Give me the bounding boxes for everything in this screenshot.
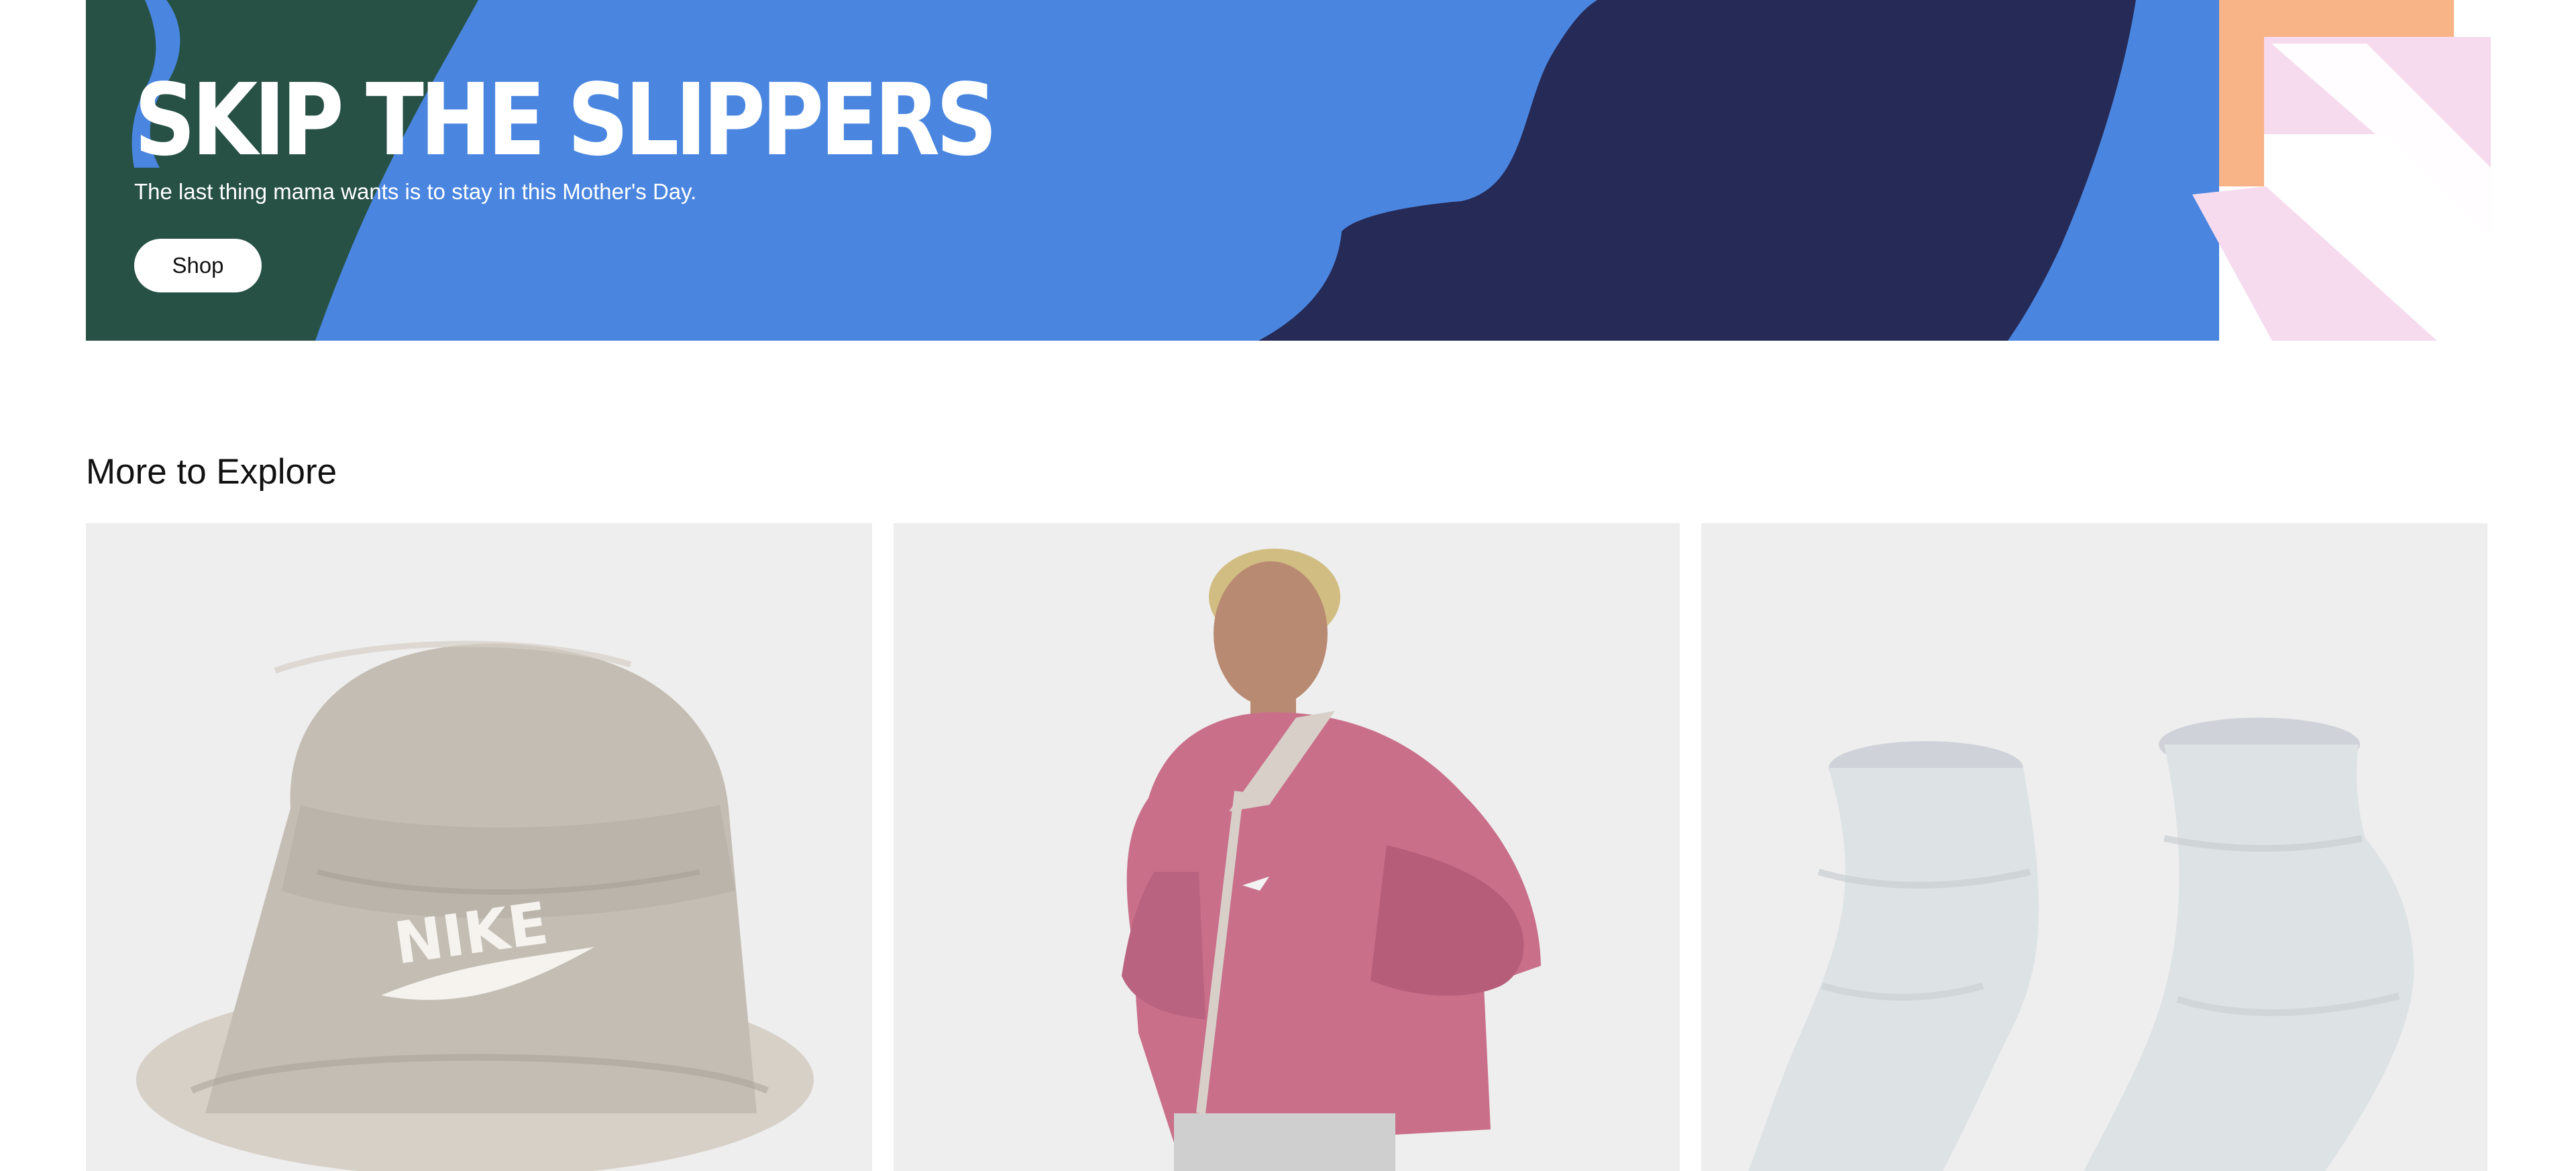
hero-title: SKIP THE SLIPPERS <box>134 62 998 178</box>
white-crew-socks-image <box>1701 523 2487 1171</box>
hero-banner: SKIP THE SLIPPERS The last thing mama wa… <box>86 0 2491 341</box>
bucket-hat-image: NIKE <box>86 523 872 1171</box>
shop-button[interactable]: Shop <box>134 239 262 292</box>
bucket-hat-tile[interactable]: NIKE <box>86 523 872 1171</box>
socks-tile[interactable] <box>1701 523 2487 1171</box>
pink-sweatshirt-tile[interactable] <box>894 523 1680 1171</box>
woman-pink-sweatshirt-image <box>894 523 1680 1171</box>
hero-subtitle: The last thing mama wants is to stay in … <box>134 179 697 204</box>
more-to-explore-heading: More to Explore <box>86 452 337 492</box>
